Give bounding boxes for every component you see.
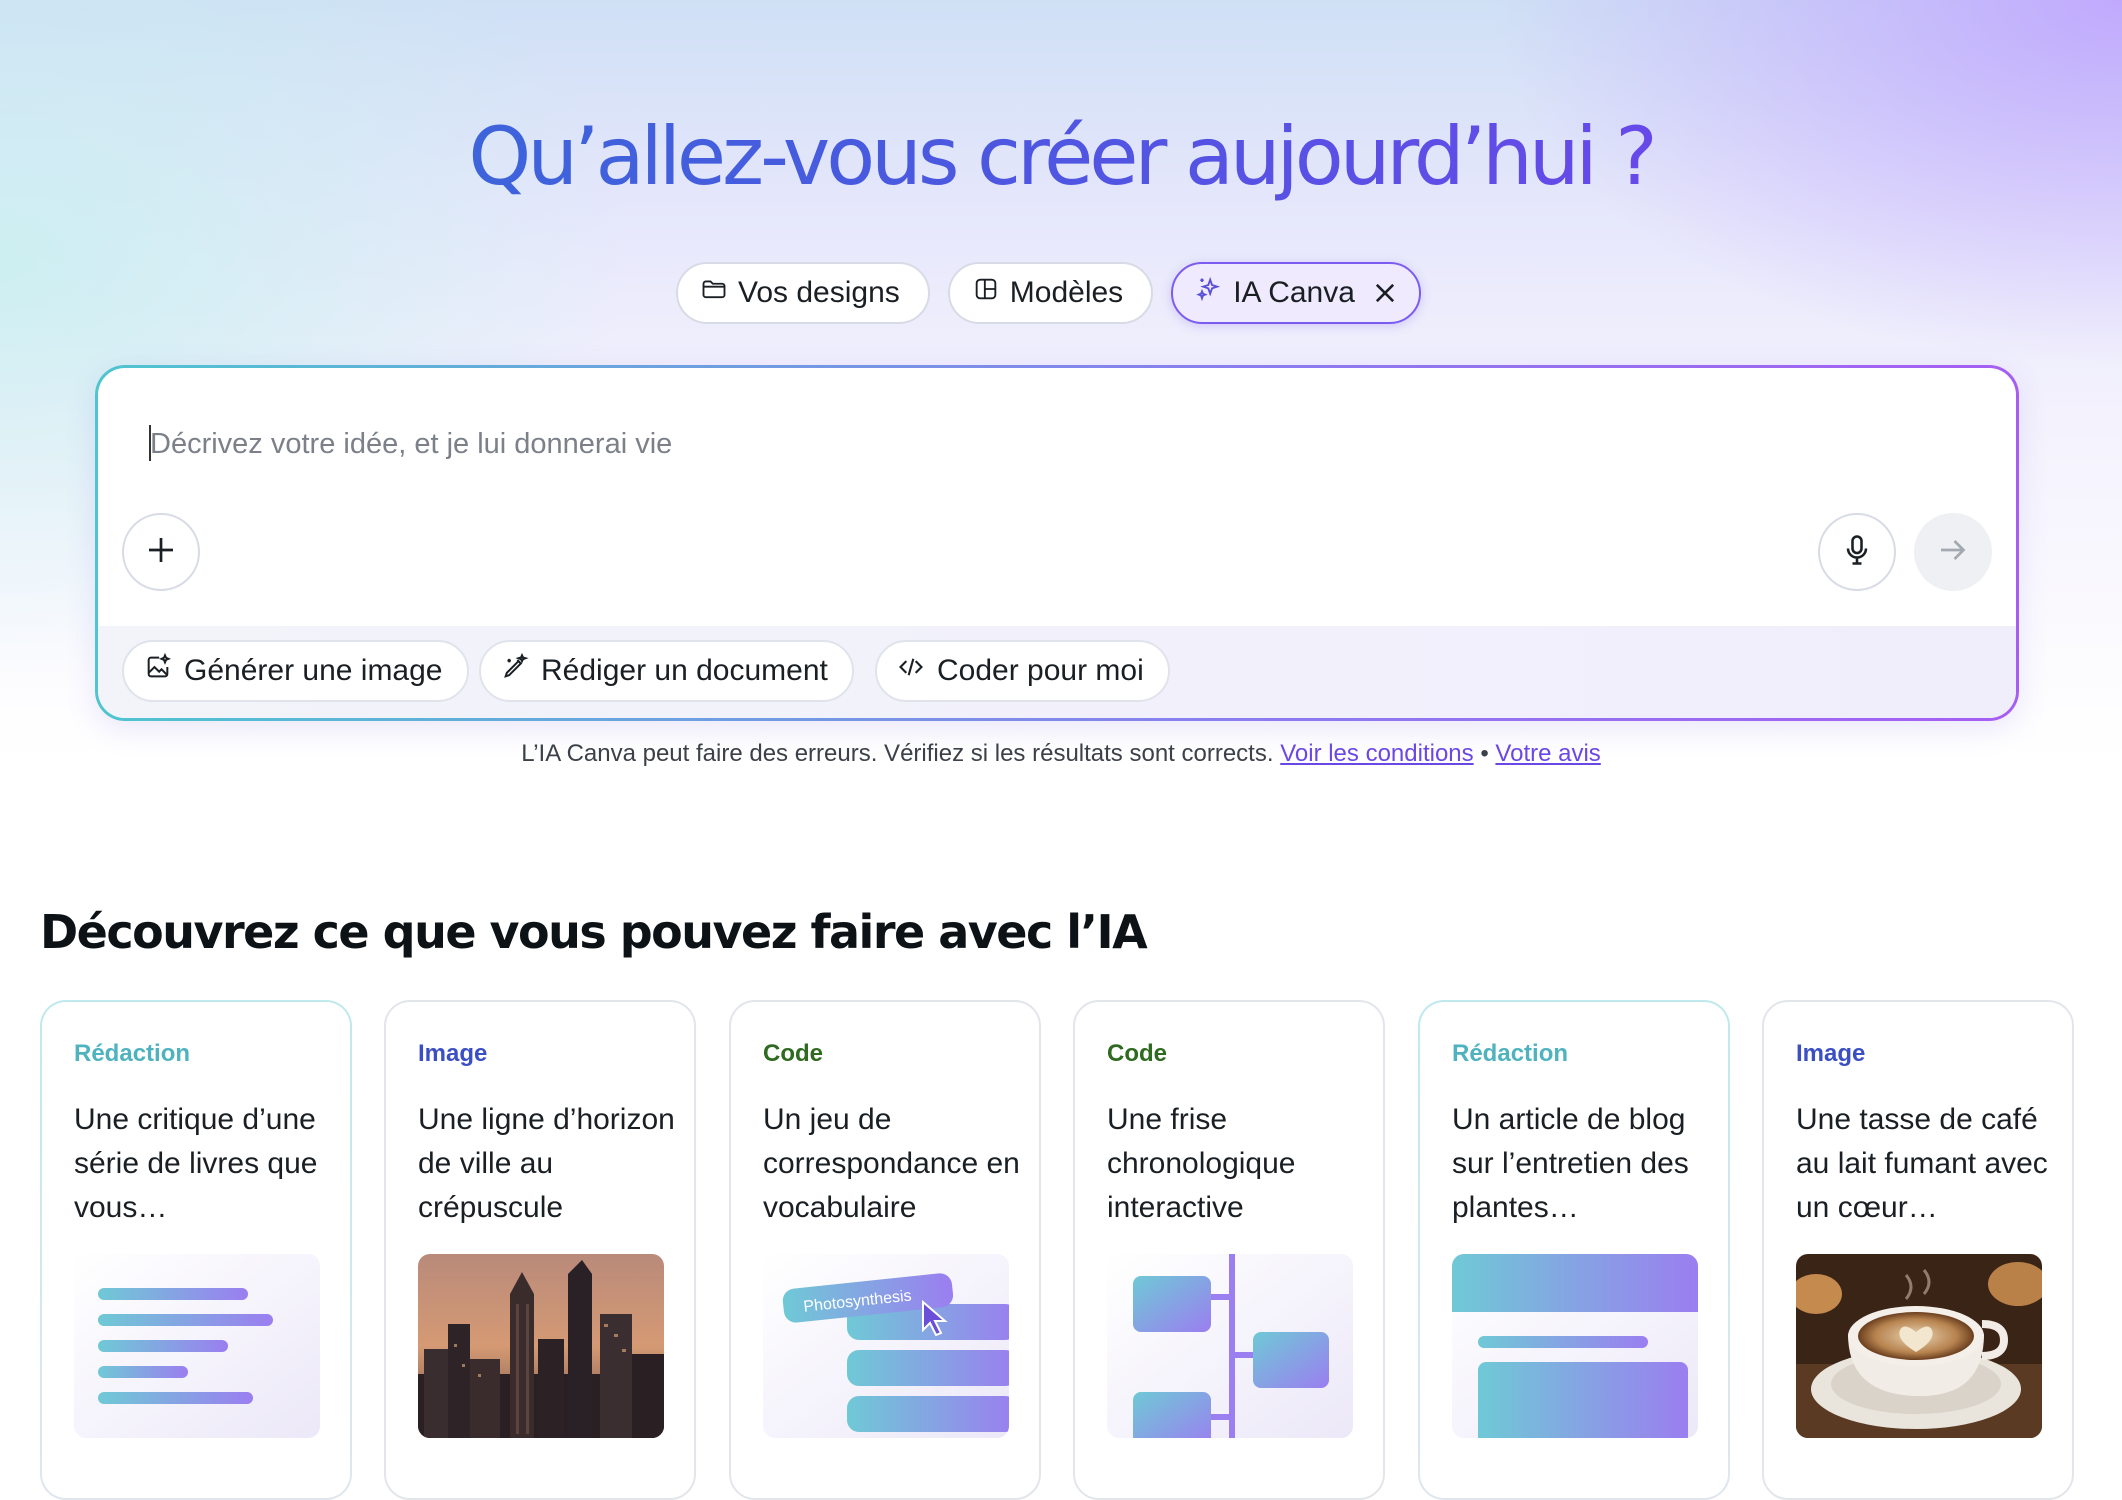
discover-card[interactable]: Image Une ligne d’horizon de ville au cr… [384, 1000, 696, 1500]
chip-label: Rédiger un document [541, 654, 828, 687]
terms-link[interactable]: Voir les conditions [1280, 740, 1473, 767]
latte-coffee-image [1796, 1254, 2042, 1438]
feedback-link[interactable]: Votre avis [1495, 740, 1600, 767]
card-category: Rédaction [1452, 1040, 1569, 1067]
discover-card[interactable]: Code Une frise chronologique interactive [1073, 1000, 1385, 1500]
add-button[interactable] [122, 513, 200, 591]
tab-vos-designs[interactable]: Vos designs [676, 262, 930, 324]
card-category: Code [763, 1040, 823, 1067]
tab-label: IA Canva [1233, 276, 1355, 309]
card-category: Image [1796, 1040, 1866, 1067]
image-sparkle-icon [144, 652, 172, 689]
city-skyline-image [418, 1254, 664, 1438]
card-category: Code [1107, 1040, 1167, 1067]
plus-icon [143, 532, 179, 573]
suggestion-code-for-me[interactable]: Coder pour moi [875, 640, 1170, 702]
card-text: Un jeu de correspondance en vocabulaire [763, 1103, 1020, 1224]
tab-modeles[interactable]: Modèles [947, 262, 1154, 324]
suggestion-write-document[interactable]: Rédiger un document [479, 640, 854, 702]
discover-card[interactable]: Rédaction Un article de blog sur l’entre… [1418, 1000, 1730, 1500]
timeline-thumbnail [1107, 1254, 1353, 1438]
card-text: Une critique d’une série de livres que v… [74, 1103, 318, 1224]
sparkle-icon [1195, 275, 1223, 311]
code-icon [897, 653, 925, 689]
chip-label: Générer une image [184, 654, 443, 687]
close-icon[interactable] [1371, 279, 1399, 307]
card-text: Une frise chronologique interactive [1107, 1103, 1296, 1224]
card-text: Une ligne d’horizon de ville au crépuscu… [418, 1103, 675, 1224]
tab-ia-canva[interactable]: IA Canva [1171, 262, 1421, 324]
card-category: Image [418, 1040, 488, 1067]
card-text: Un article de blog sur l’entretien des p… [1452, 1103, 1689, 1224]
suggestion-row: Générer une image Rédiger un document Co… [98, 626, 2016, 718]
microphone-icon [1839, 532, 1875, 573]
tab-label: Vos designs [738, 276, 900, 309]
prompt-input[interactable] [148, 418, 1852, 470]
page-title: Qu’allez-vous créer aujourd’hui ? [0, 110, 2122, 203]
discover-card[interactable]: Image Une tasse de café au lait fumant a… [1762, 1000, 2074, 1500]
chip-label: Coder pour moi [937, 654, 1144, 687]
template-icon [972, 275, 1000, 311]
text-lines-thumbnail [74, 1254, 320, 1438]
arrow-right-icon [1935, 532, 1971, 573]
blog-article-thumbnail [1452, 1254, 1698, 1438]
ai-disclaimer: L’IA Canva peut faire des erreurs. Vérif… [0, 740, 2122, 768]
pen-sparkle-icon [501, 652, 529, 689]
discover-section-title: Découvrez ce que vous pouvez faire avec … [40, 905, 1148, 959]
tab-label: Modèles [1009, 276, 1124, 309]
folder-icon [700, 275, 728, 311]
card-text: Une tasse de café au lait fumant avec un… [1796, 1103, 2048, 1224]
mode-tabs: Vos designs Modèles IA Canva [676, 262, 1421, 324]
discover-card[interactable]: Code Un jeu de correspondance en vocabul… [729, 1000, 1041, 1500]
ai-prompt-box: Générer une image Rédiger un document Co… [95, 365, 2019, 721]
discover-card[interactable]: Rédaction Une critique d’une série de li… [40, 1000, 352, 1500]
microphone-button[interactable] [1818, 513, 1896, 591]
card-category: Rédaction [74, 1040, 191, 1067]
suggestion-generate-image[interactable]: Générer une image [122, 640, 469, 702]
matching-game-thumbnail: Photosynthesis [763, 1254, 1009, 1438]
send-button[interactable] [1914, 513, 1992, 591]
disclaimer-text: L’IA Canva peut faire des erreurs. Vérif… [521, 740, 1274, 767]
separator-dot: • [1480, 740, 1489, 767]
